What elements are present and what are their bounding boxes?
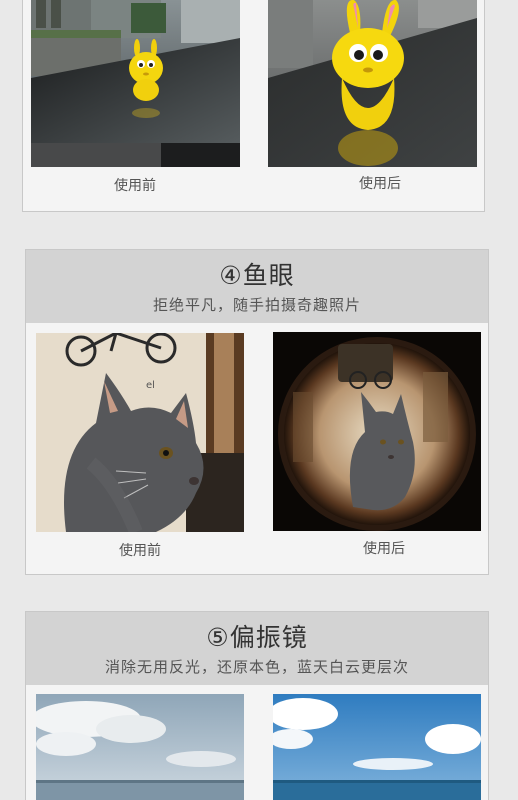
fisheye-title: ④鱼眼 [219,261,295,290]
caption-before: 使用前 [114,178,156,194]
fisheye-caption-before: 使用前 [119,543,161,559]
svg-text:el: el [146,380,155,391]
fisheye-caption-after: 使用后 [363,541,405,557]
polarizer-card: ⑤偏振镜 消除无用反光，还原本色，蓝天白云更层次 [25,611,489,800]
fisheye-header: ④鱼眼 拒绝平凡，随手拍摄奇趣照片 [26,250,488,323]
photo-after-sky [273,694,481,800]
fisheye-subtitle: 拒绝平凡，随手拍摄奇趣照片 [152,296,361,314]
photo-before-rabbit [31,0,240,167]
photo-before-cat: el [36,333,244,532]
photo-after-cat-fisheye [273,332,481,531]
fisheye-card: ④鱼眼 拒绝平凡，随手拍摄奇趣照片 el 使用前 使用后 [25,249,489,575]
polarizer-subtitle: 消除无用反光，还原本色，蓝天白云更层次 [104,658,409,676]
caption-after: 使用后 [359,176,401,192]
photo-before-sky [36,694,244,800]
comparison-card-top: 使用前 使用后 [22,0,485,212]
polarizer-header: ⑤偏振镜 消除无用反光，还原本色，蓝天白云更层次 [26,612,488,685]
photo-after-rabbit [268,0,477,167]
polarizer-title: ⑤偏振镜 [206,623,308,652]
